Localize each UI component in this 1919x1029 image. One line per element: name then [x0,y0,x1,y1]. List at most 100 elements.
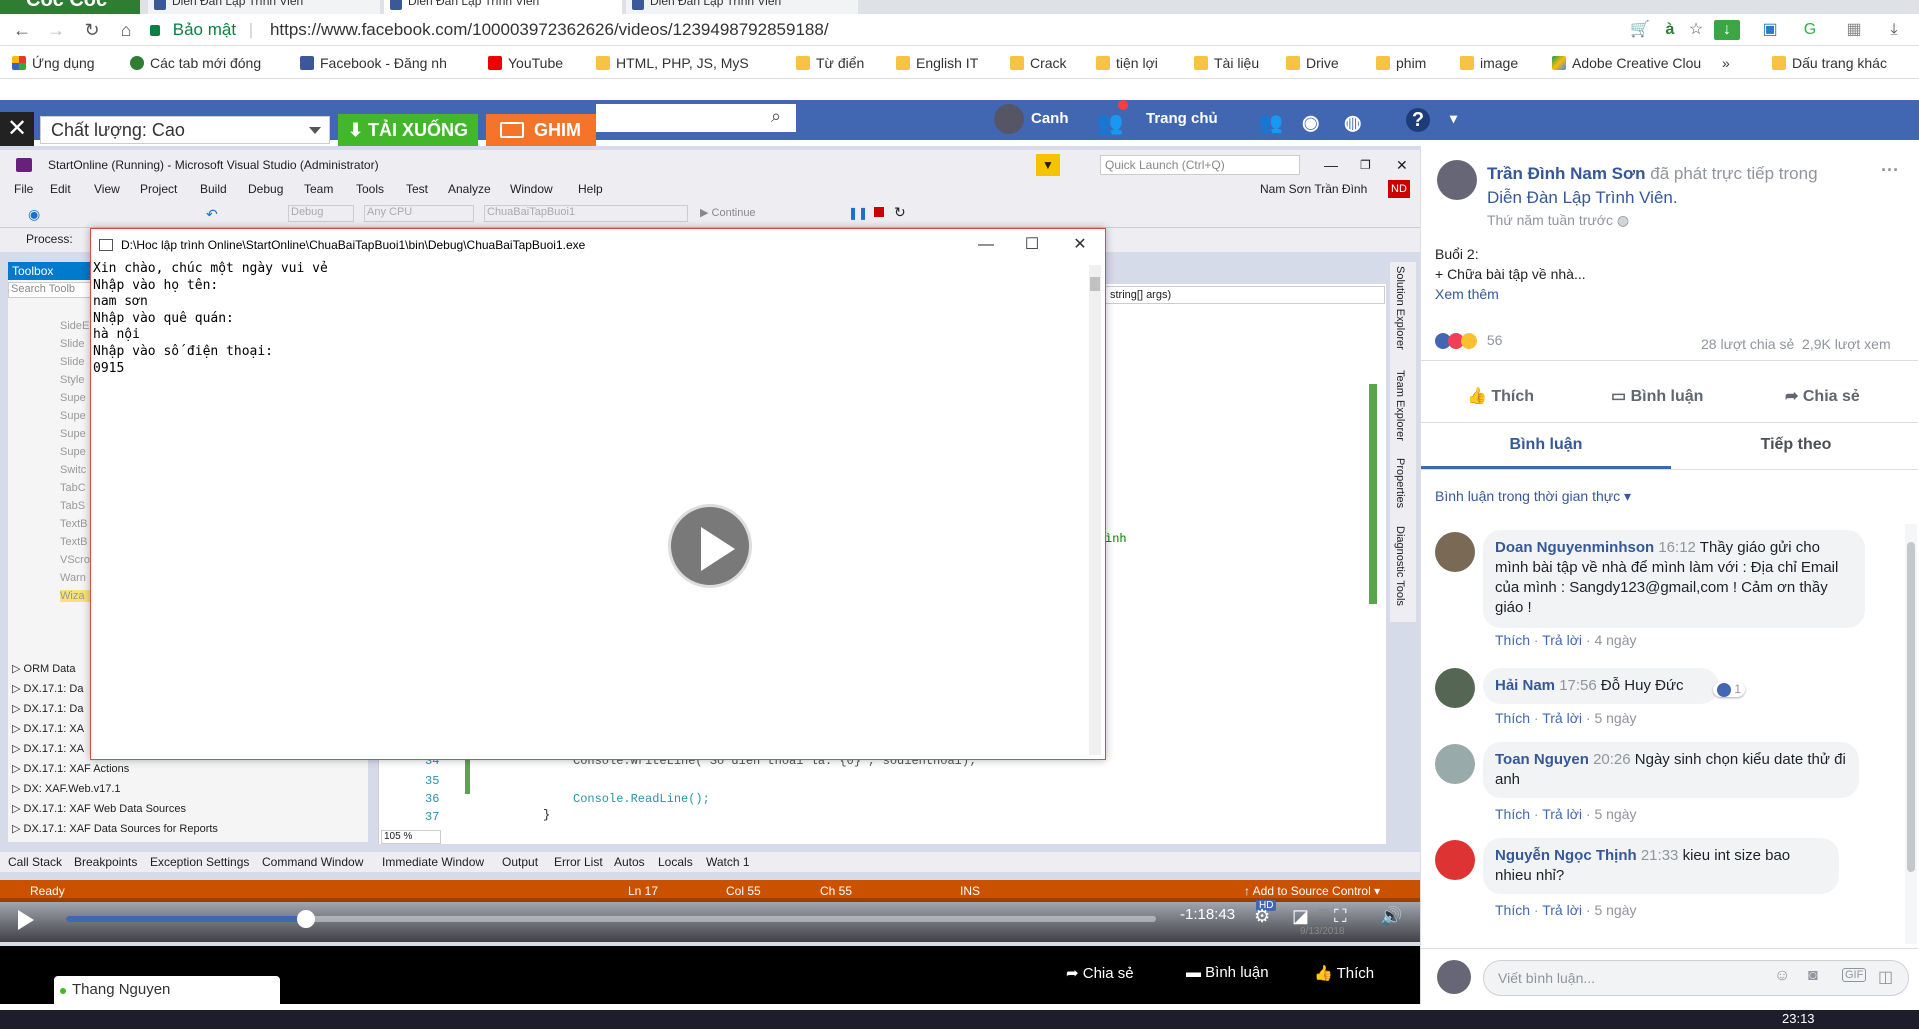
commenter-avatar[interactable] [1435,744,1475,784]
sticker-icon[interactable]: ◫ [1878,967,1893,987]
chat-tab[interactable]: Thang Nguyen [54,976,280,1004]
toolbox-item[interactable]: VScro [60,554,90,566]
menu-test[interactable]: Test [406,182,428,196]
bookmark-folder[interactable]: Drive [1286,54,1339,72]
toolbox-group[interactable]: ▷ DX.17.1: XAF Data Sources for Reports [12,822,218,835]
tab-immediate-window[interactable]: Immediate Window [382,855,484,869]
platform-select[interactable]: Any CPU [364,205,474,222]
toolbox-item[interactable]: Supe [60,446,86,458]
tab-team-explorer[interactable]: Team Explorer [1394,370,1406,441]
reload-icon[interactable]: ↻ [82,20,102,40]
maximize-icon[interactable]: ☐ [1009,229,1055,261]
cart-icon[interactable]: 🛒 [1630,20,1650,40]
vs-user-badge[interactable]: ND [1388,180,1410,198]
bookmark-item[interactable]: Facebook - Đăng nh [300,54,447,72]
pin-button[interactable]: GHIM [486,114,596,146]
tab-error-list[interactable]: Error List [554,855,603,869]
menu-tools[interactable]: Tools [356,182,384,196]
toolbox-item[interactable]: Switc [60,464,86,476]
camera-icon[interactable]: ◙ [1808,967,1818,985]
close-video-button[interactable]: ✕ [0,112,34,146]
tab-call-stack[interactable]: Call Stack [8,855,62,869]
commenter-avatar[interactable] [1435,668,1475,708]
bookmark-folder[interactable]: Tài liệu [1194,54,1259,72]
comment-author[interactable]: Nguyễn Ngọc Thịnh [1495,847,1637,864]
more-options-icon[interactable]: ··· [1881,160,1899,181]
minimize-icon[interactable]: — [1324,150,1338,180]
comments-scrollbar[interactable] [1905,524,1917,944]
bookmark-folder[interactable]: Dấu trang khác [1772,54,1887,72]
quality-select[interactable]: Chất lượng: Cao [40,116,330,144]
bookmark-folder[interactable]: tiện lợi [1096,54,1158,72]
restore-icon[interactable]: ❐ [1360,150,1371,180]
fullscreen-icon[interactable]: ⛶ [1334,906,1347,927]
pip-icon[interactable]: ◪ [1292,906,1309,927]
author-avatar[interactable] [1437,160,1477,200]
minimize-icon[interactable]: — [963,229,1009,261]
zoom-select[interactable]: 105 % [381,830,441,844]
nav-back-icon[interactable]: ◉ [28,206,40,223]
comment-reply-link[interactable]: Trả lời [1542,632,1582,648]
menu-view[interactable]: View [94,182,120,196]
toolbox-item[interactable]: Supe [60,428,86,440]
search-icon[interactable]: ⌕ [762,106,790,130]
settings-gear-icon[interactable]: ⚙ [1254,906,1270,927]
friends-icon[interactable]: 👥 [1258,110,1283,135]
tab-properties[interactable]: Properties [1394,458,1406,508]
browser-logo[interactable]: Cốc Cốc [0,0,140,14]
toolbox-group[interactable]: ▷ DX.17.1: XA [12,742,84,755]
toolbox-group[interactable]: ▷ DX.17.1: XA [12,722,84,735]
post-stats[interactable]: 28 lượt chia sẻ 2,9K lượt xem [1701,336,1891,352]
toolbox-group[interactable]: ▷ DX.17.1: Da [12,682,83,695]
gif-icon[interactable]: GIF [1842,968,1867,982]
comment-like-link[interactable]: Thích [1495,710,1530,726]
see-more-link[interactable]: Xem thêm [1435,286,1499,302]
tab-watch[interactable]: Watch 1 [706,855,750,869]
chevron-down-icon[interactable]: ▾ [1450,110,1457,127]
toolbox-item[interactable]: Supe [60,410,86,422]
download-button[interactable]: ⬇ TẢI XUỐNG [338,114,478,146]
star-icon[interactable]: ☆ [1686,20,1706,40]
tab-autos[interactable]: Autos [614,855,645,869]
volume-icon[interactable]: 🔊 [1380,906,1402,927]
home-icon[interactable]: ⌂ [116,20,136,40]
browser-tab[interactable]: Diễn Đàn Lập Trình Viên × [626,0,858,14]
tab-up-next[interactable]: Tiếp theo [1671,436,1919,454]
friends-requests-icon[interactable]: 👥 [1096,110,1123,136]
help-icon[interactable]: ? [1406,108,1430,132]
toolbox-item[interactable]: Slide [60,356,84,368]
console-window[interactable]: D:\Hoc lập trình Online\StartOnline\Chua… [90,228,1106,760]
forward-icon[interactable]: → [46,20,66,40]
like-button[interactable]: 👍 Thích [1467,386,1534,406]
reactions-summary[interactable]: 56 [1435,332,1502,350]
download-icon[interactable]: ↓ [1714,20,1740,40]
toolbox-group[interactable]: ▷ DX: XAF.Web.v17.1 [12,782,121,795]
bookmark-item[interactable]: Adobe Creative Clou [1552,54,1712,72]
browser-tab-active[interactable]: Diễn Đàn Lập Trình Viên × [384,0,622,14]
continue-button[interactable]: ▶ Continue [700,206,756,219]
toolbox-item[interactable]: TextB [60,536,88,548]
globe-icon[interactable]: ◍ [1344,110,1361,135]
quick-launch-input[interactable]: Quick Launch (Ctrl+Q) [1100,155,1300,175]
menu-help[interactable]: Help [578,182,603,196]
menu-analyze[interactable]: Analyze [448,182,491,196]
more-bookmarks[interactable]: » [1722,54,1730,72]
menu-project[interactable]: Project [140,182,177,196]
bookmark-folder[interactable]: Từ điển [796,54,864,72]
pause-icon[interactable]: ❚❚ [848,206,868,220]
toolbox-search[interactable]: Search Toolb [8,282,96,298]
comment-author[interactable]: Toan Nguyen [1495,751,1589,768]
comment-reaction[interactable]: 1 [1713,682,1746,697]
comment-like-link[interactable]: Thích [1495,806,1530,822]
toolbox-group[interactable]: ▷ ORM Data [12,662,75,675]
toolbox-item[interactable]: TextB [60,518,88,530]
post-author[interactable]: Trần Đình Nam Sơn [1487,164,1646,183]
tab-diagnostic-tools[interactable]: Diagnostic Tools [1394,526,1406,606]
restart-icon[interactable]: ↻ [894,204,906,221]
toolbox-group[interactable]: ▷ DX.17.1: Da [12,702,83,715]
bookmark-folder[interactable]: image [1460,54,1518,72]
menu-edit[interactable]: Edit [50,182,71,196]
tab-output[interactable]: Output [502,855,538,869]
post-time[interactable]: Thứ năm tuần trước ◍ [1487,212,1629,229]
video-comment-button[interactable]: ▬ Bình luận [1186,964,1269,981]
